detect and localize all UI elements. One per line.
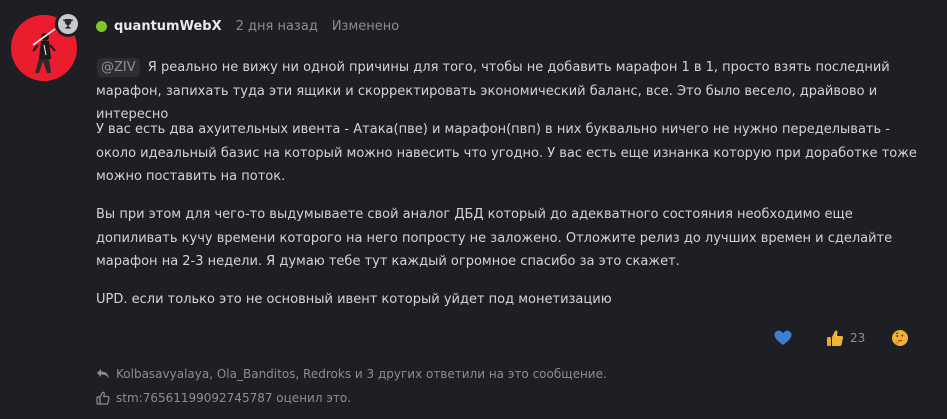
thumbs-up-icon	[827, 330, 844, 346]
heart-reaction[interactable]	[774, 330, 792, 346]
post-paragraph: У вас есть два ахуительных ивента - Атак…	[96, 122, 917, 184]
reply-arrow-icon	[97, 369, 109, 379]
thinking-reaction[interactable]	[891, 329, 909, 347]
liked-by-text: stm:76561199092745787 оценил это.	[116, 391, 352, 405]
like-reaction[interactable]: 23	[826, 329, 865, 347]
blue-heart-icon	[774, 330, 792, 345]
edited-label: Изменено	[331, 18, 400, 34]
post-header: quantumWebX 2 дня назад Изменено	[96, 16, 399, 36]
replies-text: Kolbasavyalaya, Ola_Banditos, Redroks и …	[116, 367, 607, 381]
replies-info[interactable]: Kolbasavyalaya, Ola_Banditos, Redroks и …	[96, 366, 607, 382]
liked-by-info[interactable]: stm:76561199092745787 оценил это.	[96, 390, 351, 406]
online-status-indicator	[96, 20, 107, 32]
trophy-badge	[55, 11, 81, 37]
post-paragraph: @ZIV Я реально не вижу ни одной причины …	[96, 58, 890, 122]
trophy-icon	[63, 19, 73, 29]
user-mention[interactable]: @ZIV	[97, 58, 140, 77]
post-paragraph: UPD. если только это не основный ивент к…	[96, 292, 612, 307]
post-author[interactable]: quantumWebX	[114, 19, 222, 34]
post-paragraph: Вы при этом для чего-то выдумываете свой…	[96, 207, 893, 269]
thinking-face-icon	[892, 330, 909, 346]
like-count: 23	[850, 331, 866, 345]
reactions-bar: 23	[770, 327, 909, 349]
thumbs-up-outline-icon	[96, 391, 110, 405]
user-avatar[interactable]	[11, 11, 81, 81]
post-timestamp[interactable]: 2 дня назад	[236, 19, 318, 34]
